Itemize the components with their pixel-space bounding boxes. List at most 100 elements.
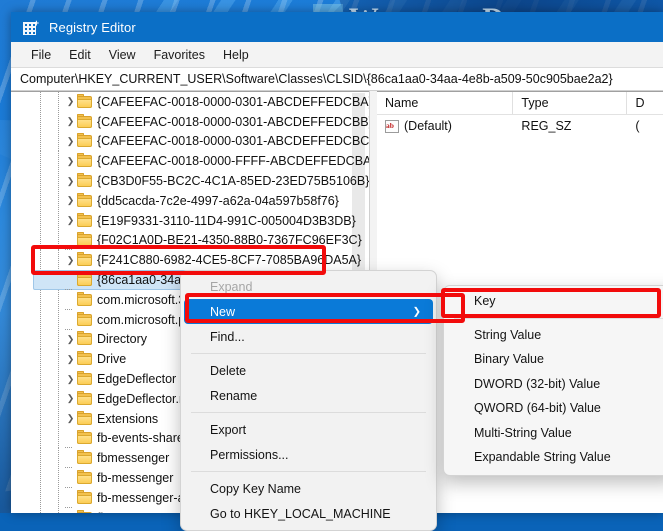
tree-item[interactable]: {F02C1A0D-BE21-4350-88B0-7367FC96EF3C} xyxy=(11,230,369,251)
submenu-item[interactable]: QWORD (64-bit) Value xyxy=(447,396,663,421)
context-menu-item[interactable]: New ❯ xyxy=(184,299,433,324)
window-titlebar[interactable]: + Registry Editor xyxy=(11,12,663,42)
new-submenu: Key String Value Binary Value DWORD (32-bit… xyxy=(443,285,663,476)
tree-item[interactable]: ❯ {F241C880-6982-4CE5-8CF7-7085BA96DA5A} xyxy=(11,250,369,271)
tree-item[interactable]: ❯ {dd5cacda-7c2e-4997-a62a-04a597b58f76} xyxy=(11,190,369,211)
submenu-item[interactable]: DWORD (32-bit) Value xyxy=(447,372,663,397)
chevron-right-icon[interactable]: ❯ xyxy=(64,413,77,424)
context-menu-item[interactable]: Export xyxy=(184,417,433,442)
menu-separator xyxy=(191,412,426,413)
chevron-right-icon[interactable]: ❯ xyxy=(64,374,77,385)
submenu-item-label: Binary Value xyxy=(474,352,544,367)
submenu-item-label: String Value xyxy=(474,327,542,342)
chevron-right-icon[interactable]: ❯ xyxy=(64,116,77,127)
context-menu-item-label: Permissions... xyxy=(210,447,289,462)
tree-item[interactable]: ❯ {CAFEEFAC-0018-0000-FFFF-ABCDEFFEDCBA} xyxy=(11,151,369,172)
folder-icon xyxy=(77,311,92,326)
tree-item-label: {F241C880-6982-4CE5-8CF7-7085BA96DA5A} xyxy=(97,253,362,268)
column-header-data[interactable]: D xyxy=(627,92,663,114)
folder-icon xyxy=(77,291,92,306)
chevron-right-icon[interactable]: ❯ xyxy=(64,215,77,226)
context-menu-item: Expand xyxy=(184,274,433,299)
menu-item-favorites[interactable]: Favorites xyxy=(145,45,214,65)
window-title: Registry Editor xyxy=(49,19,136,35)
folder-icon xyxy=(77,93,92,108)
value-row-default[interactable]: ab (Default) REG_SZ ( xyxy=(377,115,663,137)
registry-editor-icon: + xyxy=(23,18,39,35)
tree-item-label: {CAFEEFAC-0018-0000-0301-ABCDEFFEDCBA} xyxy=(97,94,369,109)
tree-item[interactable]: ❯ {CAFEEFAC-0018-0000-0301-ABCDEFFEDCBA} xyxy=(11,92,369,112)
tree-item[interactable]: ❯ {CB3D0F55-BC2C-4C1A-85ED-23ED75B5106B} xyxy=(11,171,369,191)
chevron-right-icon[interactable]: ❯ xyxy=(64,156,77,167)
registry-path-bar[interactable]: Computer\HKEY_CURRENT_USER\Software\Clas… xyxy=(11,67,663,91)
context-menu-item[interactable]: Find... xyxy=(184,324,433,349)
chevron-right-icon[interactable]: ❯ xyxy=(64,136,77,147)
menu-separator xyxy=(191,353,426,354)
column-header-type[interactable]: Type xyxy=(513,92,628,114)
chevron-right-icon[interactable]: ❯ xyxy=(64,334,77,345)
folder-icon xyxy=(77,252,92,267)
context-menu-item-label: Find... xyxy=(210,329,245,344)
string-value-icon: ab xyxy=(385,119,399,133)
tree-item-label: {CAFEEFAC-0018-0000-0301-ABCDEFFEDCBB} xyxy=(97,114,369,129)
value-data-cell: ( xyxy=(635,119,640,133)
folder-icon xyxy=(77,173,92,188)
folder-icon xyxy=(77,113,92,128)
column-header-name[interactable]: Name xyxy=(377,92,514,114)
context-menu-item[interactable]: Copy Key Name xyxy=(184,476,433,501)
registry-key-context-menu: Expand New ❯ Find... Delete Rename Export Permi… xyxy=(180,270,437,531)
folder-icon xyxy=(77,351,92,366)
tree-item-label: EdgeDeflector xyxy=(97,372,177,387)
chevron-right-icon[interactable]: ❯ xyxy=(64,195,77,206)
menu-separator xyxy=(454,317,663,319)
menu-item-help[interactable]: Help xyxy=(214,45,258,65)
menu-bar: File Edit View Favorites Help xyxy=(11,42,663,67)
menu-item-edit[interactable]: Edit xyxy=(60,45,100,65)
context-menu-item[interactable]: Delete xyxy=(184,358,433,383)
tree-item-label: fb-events-share xyxy=(97,431,184,446)
folder-icon xyxy=(77,371,92,386)
folder-icon xyxy=(77,410,92,425)
context-menu-item-label: New xyxy=(210,304,236,319)
value-name-cell: ab (Default) xyxy=(377,119,513,133)
values-column-header: Name Type D xyxy=(377,92,663,115)
chevron-right-icon[interactable]: ❯ xyxy=(64,176,77,187)
chevron-right-icon[interactable]: ❯ xyxy=(64,255,77,266)
chevron-right-icon: ❯ xyxy=(412,306,421,317)
chevron-right-icon[interactable]: ❯ xyxy=(64,96,77,107)
folder-icon xyxy=(77,232,92,247)
menu-item-file[interactable]: File xyxy=(22,45,60,65)
tree-item-label: {CAFEEFAC-0018-0000-FFFF-ABCDEFFEDCBA} xyxy=(97,154,369,169)
submenu-item[interactable]: Expandable String Value xyxy=(447,445,663,470)
folder-icon xyxy=(77,450,92,465)
tree-item[interactable]: ❯ {E19F9331-3110-11D4-991C-005004D3B3DB} xyxy=(11,210,369,231)
folder-icon xyxy=(77,390,92,405)
context-menu-item[interactable]: Go to HKEY_LOCAL_MACHINE xyxy=(184,501,433,526)
tree-item-label: {E19F9331-3110-11D4-991C-005004D3B3DB} xyxy=(97,213,356,228)
tree-item[interactable]: ❯ {CAFEEFAC-0018-0000-0301-ABCDEFFEDCBB} xyxy=(11,111,369,132)
context-menu-item[interactable]: Permissions... xyxy=(184,442,433,467)
tree-item-label: fb-messenger xyxy=(97,471,174,486)
submenu-item[interactable]: String Value xyxy=(447,323,663,348)
tree-item-label: {CB3D0F55-BC2C-4C1A-85ED-23ED75B5106B} xyxy=(97,174,369,189)
folder-icon xyxy=(77,133,92,148)
submenu-item[interactable]: Binary Value xyxy=(447,347,663,372)
submenu-item-label: Expandable String Value xyxy=(474,450,611,465)
chevron-right-icon[interactable]: ❯ xyxy=(64,354,77,365)
folder-icon xyxy=(77,153,92,168)
chevron-right-icon[interactable]: ❯ xyxy=(64,393,77,404)
submenu-item[interactable]: Multi-String Value xyxy=(447,421,663,446)
context-menu-item-label: Delete xyxy=(210,363,247,378)
submenu-item-label: Key xyxy=(474,294,496,309)
submenu-item-label: DWORD (32-bit) Value xyxy=(474,376,601,391)
tree-item[interactable]: ❯ {CAFEEFAC-0018-0000-0301-ABCDEFFEDCBC} xyxy=(11,131,369,152)
tree-item-label: Extensions xyxy=(97,411,159,426)
menu-separator xyxy=(191,471,426,472)
value-type-cell: REG_SZ xyxy=(521,119,572,133)
folder-icon xyxy=(77,272,92,287)
context-menu-item[interactable]: Rename xyxy=(184,383,433,408)
menu-item-view[interactable]: View xyxy=(100,45,145,65)
folder-icon xyxy=(77,192,92,207)
tree-item-label: {CAFEEFAC-0018-0000-0301-ABCDEFFEDCBC} xyxy=(97,134,369,149)
submenu-item[interactable]: Key xyxy=(447,289,663,314)
